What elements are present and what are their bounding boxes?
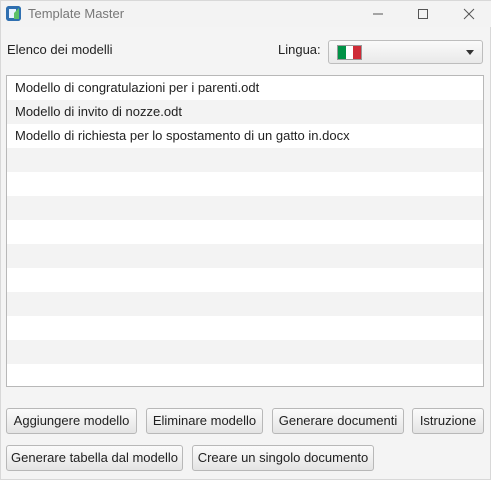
- language-select[interactable]: [328, 40, 483, 64]
- app-window: Template Master Elenco dei modelli Lingu…: [0, 0, 491, 480]
- list-item[interactable]: [7, 196, 483, 220]
- title-bar[interactable]: Template Master: [1, 1, 491, 27]
- maximize-button[interactable]: [400, 1, 446, 27]
- maximize-icon: [418, 9, 428, 19]
- language-label: Lingua:: [278, 42, 321, 57]
- list-item[interactable]: [7, 244, 483, 268]
- close-button[interactable]: [446, 1, 491, 27]
- create-single-document-button[interactable]: Creare un singolo documento: [192, 445, 374, 471]
- close-icon: [463, 8, 475, 20]
- list-item[interactable]: [7, 268, 483, 292]
- generate-table-button[interactable]: Generare tabella dal modello: [6, 445, 183, 471]
- app-icon: [6, 6, 21, 21]
- list-item[interactable]: [7, 220, 483, 244]
- instructions-button[interactable]: Istruzione: [412, 408, 484, 434]
- list-item[interactable]: [7, 172, 483, 196]
- list-item[interactable]: Modello di congratulazioni per i parenti…: [7, 76, 483, 100]
- minimize-icon: [373, 13, 383, 15]
- window-title: Template Master: [28, 6, 125, 21]
- template-list-label: Elenco dei modelli: [7, 42, 113, 57]
- list-item[interactable]: [7, 148, 483, 172]
- add-template-button[interactable]: Aggiungere modello: [6, 408, 137, 434]
- list-item[interactable]: [7, 292, 483, 316]
- flag-stripe-red: [353, 46, 362, 59]
- list-item[interactable]: [7, 364, 483, 386]
- minimize-button[interactable]: [355, 1, 401, 27]
- list-item[interactable]: Modello di richiesta per lo spostamento …: [7, 124, 483, 148]
- italian-flag-icon: [337, 45, 362, 60]
- list-item[interactable]: [7, 340, 483, 364]
- generate-documents-button[interactable]: Generare documenti: [272, 408, 404, 434]
- flag-stripe-white: [345, 46, 354, 59]
- template-list[interactable]: Modello di congratulazioni per i parenti…: [6, 75, 484, 387]
- list-item[interactable]: [7, 316, 483, 340]
- remove-template-button[interactable]: Eliminare modello: [146, 408, 263, 434]
- chevron-down-icon[interactable]: [466, 50, 474, 55]
- flag-stripe-green: [338, 46, 346, 59]
- list-item[interactable]: Modello di invito di nozze.odt: [7, 100, 483, 124]
